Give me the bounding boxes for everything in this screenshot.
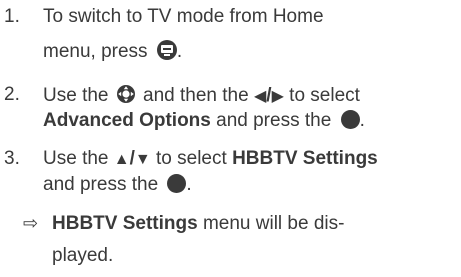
up-arrow-icon: ▲ [113,151,130,168]
result-line-2: played. [52,245,114,266]
step-number: 2. [4,84,20,105]
step-2-line-2: Advanced Options and press the . [43,110,365,131]
dpad-icon [116,85,135,103]
result-arrow-icon: ⇨ [23,213,39,233]
step-number: 1. [4,6,20,27]
step-1-line-2: menu, press . [43,40,183,62]
step-3-line-1: Use the ▲/▼ to select HBBTV Settings [43,148,378,169]
down-arrow-icon: ▼ [134,151,151,168]
step-2-line-1: Use the and then the ◀/▶ to select [43,85,360,106]
hbbtv-settings-label: HBBTV Settings [232,148,378,169]
tv-button-icon [156,40,177,60]
left-arrow-icon: ◀ [253,88,267,105]
right-arrow-icon: ▶ [271,88,284,105]
result-line-1: HBBTV Settings menu will be dis- [52,213,345,234]
hbbtv-settings-result-label: HBBTV Settings [52,213,198,234]
step-3-line-2: and press the . [43,174,192,195]
ok-button-icon [167,174,187,193]
step-number: 3. [4,148,20,169]
ok-button-icon [340,110,360,129]
step-1-line-1: To switch to TV mode from Home [43,6,324,27]
advanced-options-label: Advanced Options [43,110,211,131]
